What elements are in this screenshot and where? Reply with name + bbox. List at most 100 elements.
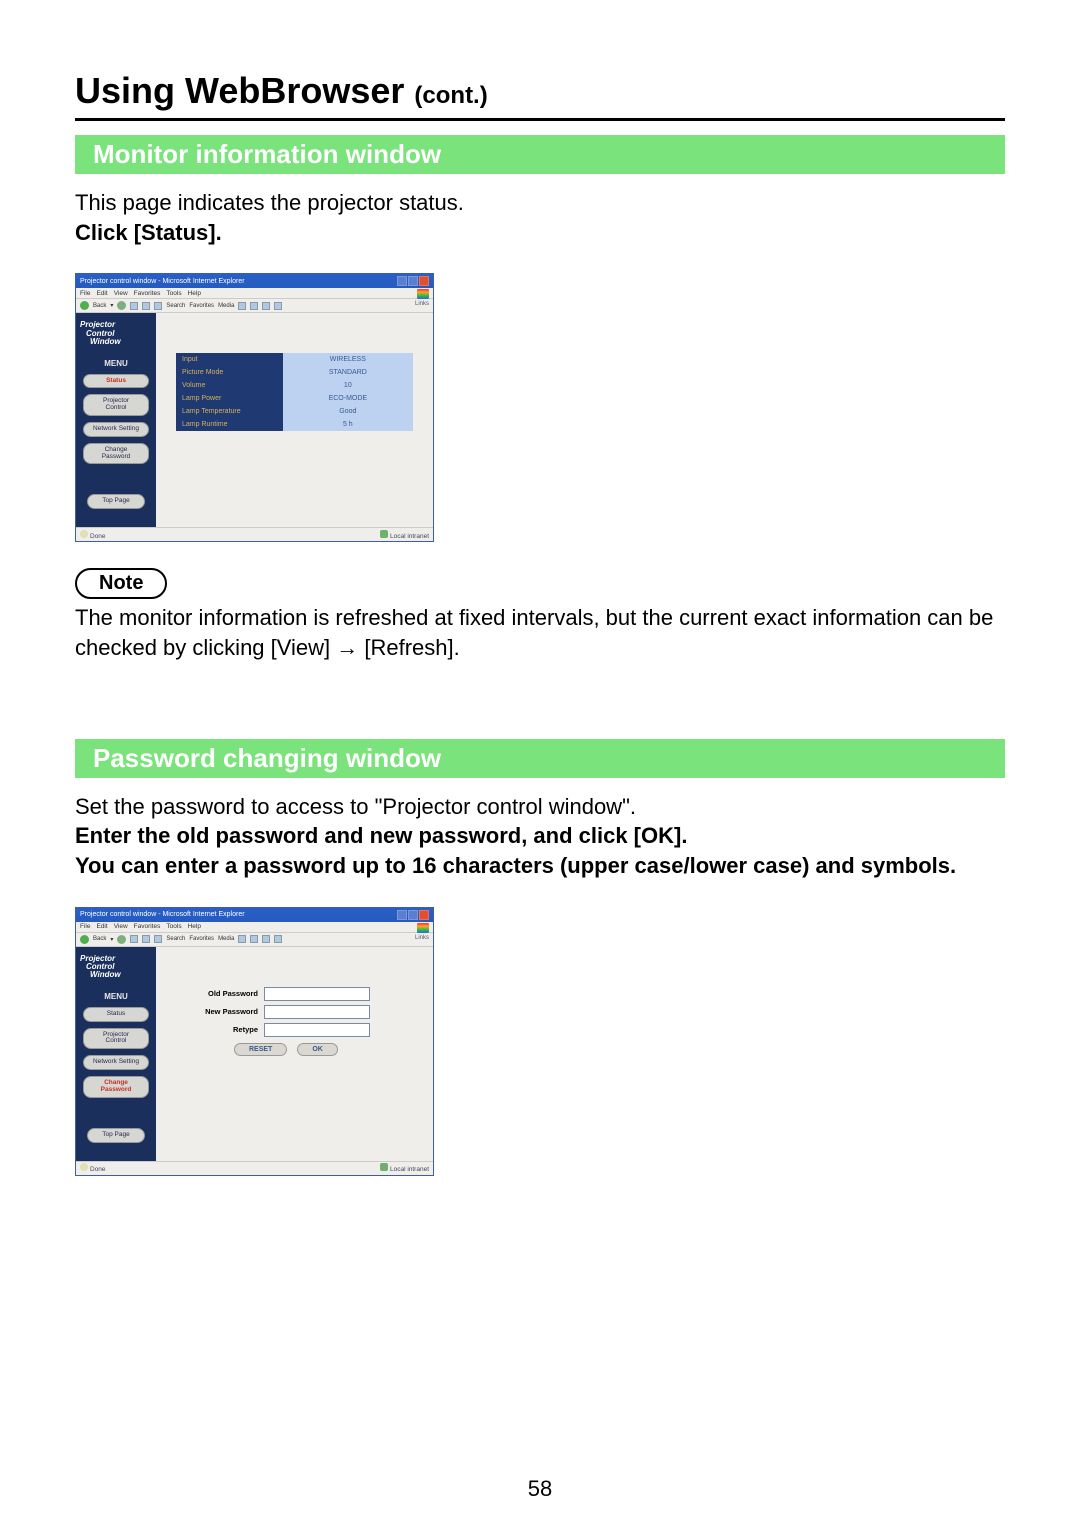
sidebar-status-button[interactable]: Status (83, 1007, 149, 1022)
forward-icon[interactable] (117, 301, 126, 310)
ie-favorites-label[interactable]: Favorites (189, 303, 214, 309)
ie-toolbar: Back ▾ Search Favorites Media Links (76, 299, 433, 313)
history-icon[interactable] (238, 935, 246, 943)
ie-search-label[interactable]: Search (166, 303, 185, 309)
history-icon[interactable] (238, 302, 246, 310)
section1-p1: This page indicates the projector status… (75, 188, 1005, 218)
note-text: The monitor information is refreshed at … (75, 603, 1005, 662)
back-icon[interactable] (80, 301, 89, 310)
ie-status-zone: Local intranet (390, 1166, 429, 1173)
ie-menu-favorites[interactable]: Favorites (134, 923, 161, 930)
zone-icon (380, 530, 388, 538)
status-val-volume: 10 (283, 379, 413, 392)
stop-icon[interactable] (130, 302, 138, 310)
sidebar-menu-label: MENU (80, 992, 152, 1001)
page-title-cont: (cont.) (414, 82, 487, 109)
retype-password-label: Retype (176, 1025, 264, 1034)
status-val-input: WIRELESS (283, 353, 413, 366)
ie-menu-help[interactable]: Help (188, 290, 201, 297)
ie-minimize-button[interactable] (397, 276, 407, 286)
sidebar-projector-control-button[interactable]: Projector Control (83, 394, 149, 416)
ie-menu-edit[interactable]: Edit (96, 290, 107, 297)
section2-p1: Set the password to access to "Projector… (75, 792, 1005, 822)
status-key-lamp-temp: Lamp Temperature (176, 405, 283, 418)
ie-back-label[interactable]: Back (93, 303, 106, 309)
mail-icon[interactable] (250, 935, 258, 943)
ie-menu-view[interactable]: View (114, 923, 128, 930)
ie-media-label[interactable]: Media (218, 303, 234, 309)
print-icon[interactable] (262, 302, 270, 310)
mail-icon[interactable] (250, 302, 258, 310)
ie-links-label[interactable]: Links (415, 935, 429, 941)
ie-favorites-label[interactable]: Favorites (189, 936, 214, 942)
reset-button[interactable]: RESET (234, 1043, 287, 1056)
sidebar-top-page-button[interactable]: Top Page (87, 1128, 145, 1143)
status-key-picture-mode: Picture Mode (176, 366, 283, 379)
projector-sidebar: Projector Control Window MENU Status Pro… (76, 947, 156, 1161)
table-row: Lamp PowerECO-MODE (176, 392, 413, 405)
old-password-label: Old Password (176, 989, 264, 998)
status-main: InputWIRELESS Picture ModeSTANDARD Volum… (156, 313, 433, 527)
home-icon[interactable] (154, 302, 162, 310)
ie-status-done: Done (90, 1166, 106, 1173)
page-title-main: Using WebBrowser (75, 70, 414, 111)
refresh-icon[interactable] (142, 935, 150, 943)
section1-p2: Click [Status]. (75, 218, 1005, 248)
new-password-label: New Password (176, 1007, 264, 1016)
table-row: Lamp Runtime5 h (176, 418, 413, 431)
ie-menu-file[interactable]: File (80, 290, 90, 297)
ie-back-label[interactable]: Back (93, 936, 106, 942)
table-row: Picture ModeSTANDARD (176, 366, 413, 379)
home-icon[interactable] (154, 935, 162, 943)
ie-menu-help[interactable]: Help (188, 923, 201, 930)
ie-close-button[interactable] (419, 910, 429, 920)
done-icon (80, 1163, 88, 1171)
sidebar-status-button[interactable]: Status (83, 374, 149, 389)
forward-icon[interactable] (117, 935, 126, 944)
ie-title-text: Projector control window - Microsoft Int… (80, 278, 245, 285)
ie-maximize-button[interactable] (408, 910, 418, 920)
section2-p2: Enter the old password and new password,… (75, 821, 1005, 851)
ie-close-button[interactable] (419, 276, 429, 286)
ie-menu-file[interactable]: File (80, 923, 90, 930)
sidebar-change-password-button[interactable]: Change Password (83, 443, 149, 465)
new-password-field[interactable] (264, 1005, 370, 1019)
stop-icon[interactable] (130, 935, 138, 943)
zone-icon (380, 1163, 388, 1171)
print-icon[interactable] (262, 935, 270, 943)
sidebar-projector-control-button[interactable]: Projector Control (83, 1028, 149, 1050)
section-monitor-info-title: Monitor information window (75, 135, 1005, 174)
status-table: InputWIRELESS Picture ModeSTANDARD Volum… (176, 353, 413, 431)
ie-links-label[interactable]: Links (415, 301, 429, 307)
ie-menu-tools[interactable]: Tools (166, 923, 181, 930)
ok-button[interactable]: OK (297, 1043, 338, 1056)
ie-minimize-button[interactable] (397, 910, 407, 920)
sidebar-network-setting-button[interactable]: Network Setting (83, 1055, 149, 1070)
ie-maximize-button[interactable] (408, 276, 418, 286)
sidebar-change-password-button[interactable]: Change Password (83, 1076, 149, 1098)
sidebar-network-setting-button[interactable]: Network Setting (83, 422, 149, 437)
status-key-input: Input (176, 353, 283, 366)
projector-logo: Projector Control Window (80, 955, 152, 980)
old-password-field[interactable] (264, 987, 370, 1001)
done-icon (80, 530, 88, 538)
ie-menu-view[interactable]: View (114, 290, 128, 297)
back-icon[interactable] (80, 935, 89, 944)
status-key-lamp-runtime: Lamp Runtime (176, 418, 283, 431)
section2-p3: You can enter a password up to 16 charac… (75, 851, 1005, 881)
projector-sidebar: Projector Control Window MENU Status Pro… (76, 313, 156, 527)
ie-menu-favorites[interactable]: Favorites (134, 290, 161, 297)
ie-media-label[interactable]: Media (218, 936, 234, 942)
edit-icon[interactable] (274, 302, 282, 310)
ie-menu-edit[interactable]: Edit (96, 923, 107, 930)
status-key-volume: Volume (176, 379, 283, 392)
table-row: InputWIRELESS (176, 353, 413, 366)
refresh-icon[interactable] (142, 302, 150, 310)
password-main: Old Password New Password Retype RE (156, 947, 433, 1161)
ie-search-label[interactable]: Search (166, 936, 185, 942)
retype-password-field[interactable] (264, 1023, 370, 1037)
edit-icon[interactable] (274, 935, 282, 943)
sidebar-top-page-button[interactable]: Top Page (87, 494, 145, 509)
ie-menu-tools[interactable]: Tools (166, 290, 181, 297)
title-underline (75, 118, 1005, 121)
